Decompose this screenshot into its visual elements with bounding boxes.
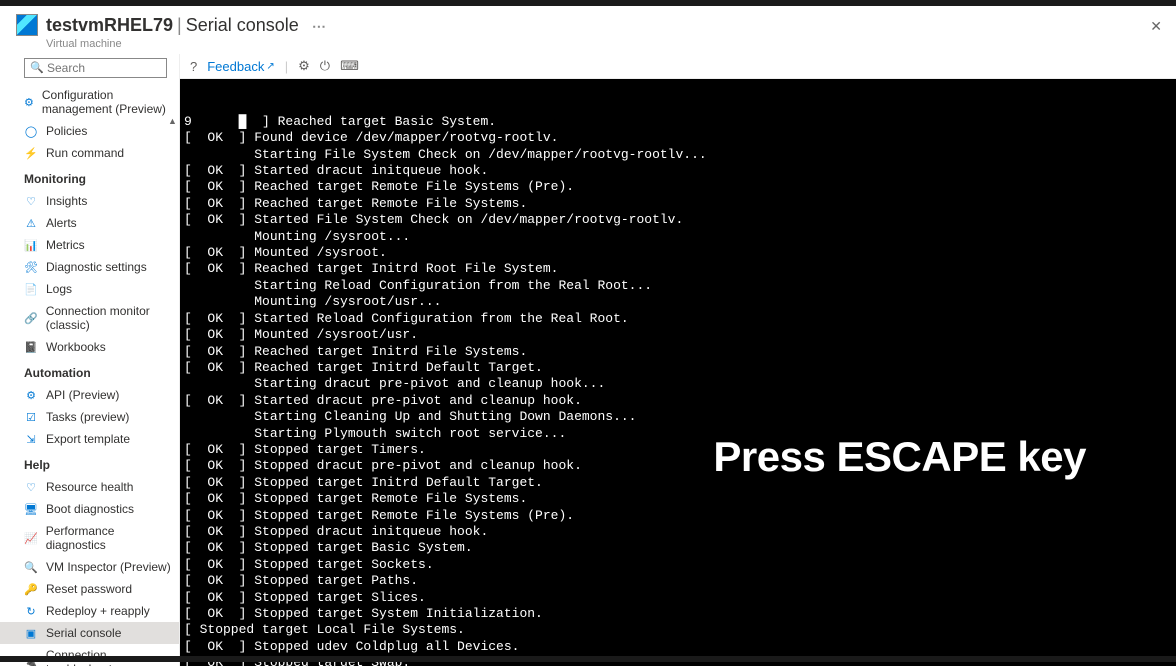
- nav-icon: ↻: [24, 604, 38, 618]
- sidebar-item-label: VM Inspector (Preview): [46, 560, 171, 574]
- sidebar-item[interactable]: ⚠ Alerts: [0, 212, 179, 234]
- sidebar-item[interactable]: 🔌Connection troubleshoot: [0, 644, 179, 666]
- nav-icon: 📊: [24, 238, 38, 252]
- overlay-instruction: Press ESCAPE key: [713, 449, 1086, 465]
- console-toolbar: ? Feedback↗ | ⚙ ⏻ ⌨: [180, 54, 1176, 79]
- power-icon[interactable]: ⏻: [320, 58, 330, 74]
- sidebar-item[interactable]: ♡ Insights: [0, 190, 179, 212]
- sidebar-item[interactable]: 🔍 VM Inspector (Preview): [0, 556, 179, 578]
- vm-icon: [16, 14, 38, 36]
- nav-section-header: Monitoring: [0, 164, 179, 190]
- nav-icon: 📈: [24, 531, 38, 545]
- sidebar-item[interactable]: 📊 Metrics: [0, 234, 179, 256]
- nav-section-header: Help: [0, 450, 179, 476]
- sidebar-item[interactable]: ♡ Resource health: [0, 476, 179, 498]
- sidebar-item[interactable]: ▣ Serial console: [0, 622, 179, 644]
- sidebar-item[interactable]: 🖥 Boot diagnostics: [0, 498, 179, 520]
- sidebar-item-label: Logs: [46, 282, 72, 296]
- sidebar-item-label: Diagnostic settings: [46, 260, 147, 274]
- sidebar-item[interactable]: 🔗 Connection monitor (classic): [0, 300, 179, 336]
- close-button[interactable]: ✕: [1150, 18, 1162, 35]
- sidebar-item[interactable]: 🔑 Reset password: [0, 578, 179, 600]
- nav-icon: ☑: [24, 410, 38, 424]
- settings-icon[interactable]: ⚙: [298, 58, 310, 74]
- sidebar-item[interactable]: ⇲ Export template: [0, 428, 179, 450]
- search-input[interactable]: [24, 58, 167, 78]
- sidebar-item-label: Serial console: [46, 626, 121, 640]
- sidebar-item-label: Resource health: [46, 480, 133, 494]
- nav-icon: ♡: [24, 480, 38, 494]
- chevron-up-icon[interactable]: ▲: [168, 116, 177, 126]
- nav-icon: ▣: [24, 626, 38, 640]
- sidebar-item-label: Policies: [46, 124, 87, 138]
- sidebar-item-label: Boot diagnostics: [46, 502, 134, 516]
- sidebar-item-label: API (Preview): [46, 388, 119, 402]
- nav-icon: ⚠: [24, 216, 38, 230]
- nav-icon: 🛠: [24, 260, 38, 274]
- nav-icon: ♡: [24, 194, 38, 208]
- sidebar-item-label: Insights: [46, 194, 87, 208]
- sidebar-item-label: Redeploy + reapply: [46, 604, 150, 618]
- nav-icon: 🔗: [24, 311, 38, 325]
- nav-icon: ⚡: [24, 146, 38, 160]
- sidebar-item-label: Connection monitor (classic): [46, 304, 175, 332]
- sidebar-item-label: Reset password: [46, 582, 132, 596]
- serial-console-terminal[interactable]: 9 █ ] Reached target Basic System. [ OK …: [180, 79, 1176, 666]
- sidebar-item-label: Performance diagnostics: [46, 524, 175, 552]
- nav-icon: 🔑: [24, 582, 38, 596]
- sidebar-item[interactable]: ⚡ Run command: [0, 142, 179, 164]
- sidebar-item-label: Tasks (preview): [46, 410, 129, 424]
- sidebar-item[interactable]: 🛠 Diagnostic settings: [0, 256, 179, 278]
- sidebar-item[interactable]: ↻ Redeploy + reapply: [0, 600, 179, 622]
- sidebar-item-label: Export template: [46, 432, 130, 446]
- terminal-output: 9 █ ] Reached target Basic System. [ OK …: [184, 114, 1172, 666]
- nav-icon: 🖥: [24, 502, 38, 516]
- sidebar-item[interactable]: 📈 Performance diagnostics: [0, 520, 179, 556]
- more-icon[interactable]: ⋯: [312, 18, 326, 34]
- nav-icon: ⇲: [24, 432, 38, 446]
- sidebar-item[interactable]: ◯ Policies: [0, 120, 179, 142]
- sidebar-item-label: Run command: [46, 146, 124, 160]
- page-header: testvmRHEL79|Serial console ⋯ ✕: [0, 6, 1176, 40]
- nav-icon: ⚙: [24, 388, 38, 402]
- sidebar: 🔍 ▲ ⚙ Configuration management (Preview) ◯…: [0, 54, 180, 666]
- keyboard-icon[interactable]: ⌨: [340, 58, 359, 74]
- sidebar-item[interactable]: ⚙ Configuration management (Preview): [0, 84, 179, 120]
- nav-icon: ⚙: [24, 95, 34, 109]
- nav-icon: 📄: [24, 282, 38, 296]
- blade-title: Serial console: [186, 15, 299, 35]
- feedback-link[interactable]: Feedback↗: [207, 59, 274, 74]
- sidebar-item[interactable]: ⚙ API (Preview): [0, 384, 179, 406]
- sidebar-item-label: Alerts: [46, 216, 77, 230]
- nav-icon: ◯: [24, 124, 38, 138]
- search-icon: 🔍: [30, 61, 44, 74]
- nav-icon: 🔍: [24, 560, 38, 574]
- sidebar-item-label: Metrics: [46, 238, 85, 252]
- resource-name: testvmRHEL79: [46, 15, 173, 35]
- sidebar-item[interactable]: 📄 Logs: [0, 278, 179, 300]
- nav-icon: 📓: [24, 340, 38, 354]
- external-link-icon: ↗: [266, 61, 274, 72]
- help-icon[interactable]: ?: [190, 59, 197, 74]
- sidebar-item[interactable]: 📓 Workbooks: [0, 336, 179, 358]
- sidebar-item-label: Configuration management (Preview): [42, 88, 175, 116]
- sidebar-item-label: Workbooks: [46, 340, 106, 354]
- nav-section-header: Automation: [0, 358, 179, 384]
- sidebar-item[interactable]: ☑ Tasks (preview): [0, 406, 179, 428]
